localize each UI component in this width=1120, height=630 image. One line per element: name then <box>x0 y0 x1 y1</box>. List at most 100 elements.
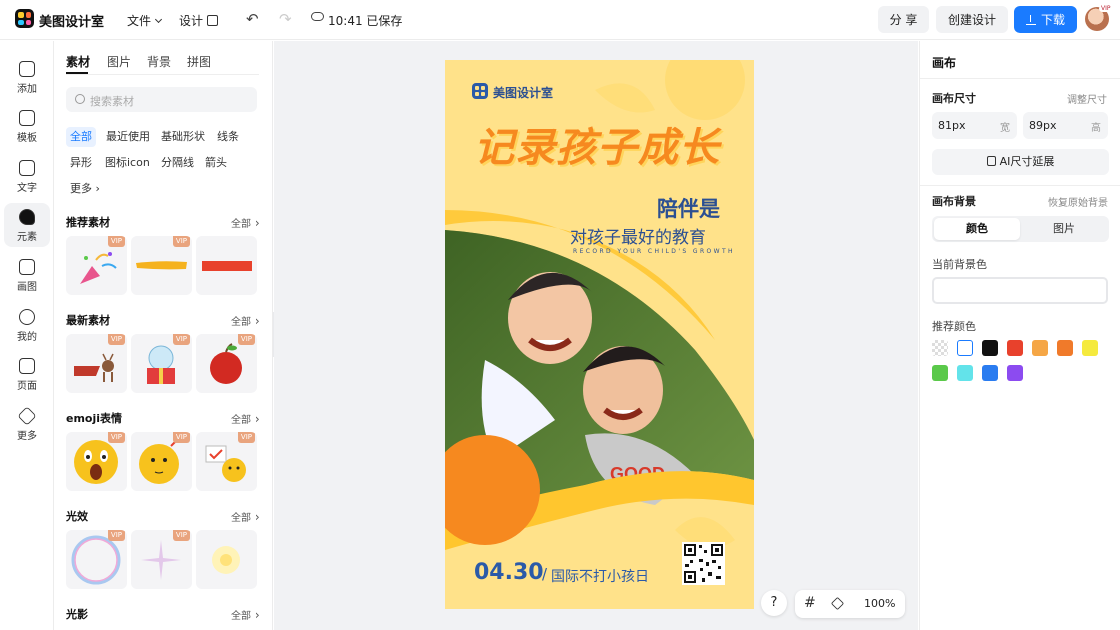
tab-collage[interactable]: 拼图 <box>187 53 211 70</box>
qr-code[interactable] <box>682 542 725 585</box>
color-swatch[interactable] <box>957 365 973 381</box>
vip-badge: VIP <box>237 432 255 443</box>
rail-item-more[interactable]: 更多 <box>4 402 50 446</box>
section-all-link[interactable]: 全部 <box>231 215 260 230</box>
poster-subtitle-2[interactable]: 对孩子最好的教育 <box>570 223 706 248</box>
undo-icon[interactable]: ↶ <box>246 10 259 28</box>
tab-images[interactable]: 图片 <box>107 53 131 70</box>
poster-headline[interactable]: 记录孩子成长 <box>474 115 720 173</box>
asset-thumb[interactable]: VIP <box>196 432 257 491</box>
rail-item-draw[interactable]: 画图 <box>4 253 50 297</box>
chip-all[interactable]: 全部 <box>66 127 96 147</box>
grid-icon[interactable]: # <box>804 595 816 611</box>
chip-icons[interactable]: 图标icon <box>101 153 154 173</box>
chip-irregular[interactable]: 异形 <box>66 153 96 173</box>
color-swatch[interactable] <box>932 340 948 356</box>
color-swatch[interactable] <box>1082 340 1098 356</box>
asset-thumb[interactable]: VIP <box>196 334 257 393</box>
chip-dividers[interactable]: 分隔线 <box>157 153 198 173</box>
canvas-size-label: 画布尺寸 <box>932 92 976 105</box>
redo-icon[interactable]: ↷ <box>279 10 292 28</box>
asset-thumb[interactable]: VIP <box>66 530 127 589</box>
share-button[interactable]: 分 享 <box>878 6 929 33</box>
rail-item-mine[interactable]: 我的 <box>4 303 50 347</box>
file-menu[interactable]: 文件 <box>127 12 163 29</box>
color-swatch[interactable] <box>1007 365 1023 381</box>
tab-materials[interactable]: 素材 <box>66 53 90 70</box>
vip-badge: VIP <box>237 334 255 345</box>
poster-holiday[interactable]: 国际不打小孩日 <box>551 566 649 586</box>
seg-image[interactable]: 图片 <box>1021 218 1107 240</box>
rail-item-template[interactable]: 模板 <box>4 104 50 148</box>
chip-recent[interactable]: 最近使用 <box>102 127 154 147</box>
draw-icon <box>19 259 35 275</box>
height-field[interactable]: 89px 高 <box>1023 112 1108 139</box>
asset-thumb[interactable]: VIP <box>131 530 192 589</box>
section-all-link[interactable]: 全部 <box>231 607 260 622</box>
rail-label: 画图 <box>17 282 37 293</box>
asset-thumb[interactable] <box>196 236 257 295</box>
chip-lines[interactable]: 线条 <box>213 127 243 147</box>
download-button[interactable]: 下载 <box>1014 6 1077 33</box>
section-all-link[interactable]: 全部 <box>231 313 260 328</box>
chip-more[interactable]: 更多 › <box>66 179 104 199</box>
section-all-link[interactable]: 全部 <box>231 411 260 426</box>
rail-item-text[interactable]: 文字 <box>4 154 50 198</box>
asset-thumb[interactable]: VIP <box>66 236 127 295</box>
poster-brand: 美图设计室 <box>493 86 554 100</box>
avatar-vip-badge: VIP <box>1099 5 1113 12</box>
color-swatch[interactable] <box>957 340 973 356</box>
color-swatch[interactable] <box>932 365 948 381</box>
chip-arrows[interactable]: 箭头 <box>201 153 231 173</box>
page-add-icon <box>19 358 35 374</box>
adjust-size-link[interactable]: 调整尺寸 <box>1067 91 1107 106</box>
layers-icon[interactable] <box>830 596 845 611</box>
rail-label: 文字 <box>17 183 37 194</box>
vip-badge: VIP <box>172 530 190 541</box>
ai-extend-label: AI尺寸延展 <box>999 155 1055 168</box>
current-bg-color[interactable] <box>932 277 1108 304</box>
rail-item-pages[interactable]: 页面 <box>4 352 50 396</box>
width-value: 81px <box>938 119 966 132</box>
asset-thumb[interactable]: VIP <box>66 432 127 491</box>
color-swatch[interactable] <box>1057 340 1073 356</box>
poster-english-caption[interactable]: RECORD YOUR CHILD'S GROWTH <box>573 248 735 255</box>
search-placeholder: 搜索素材 <box>90 95 134 108</box>
top-bar: 美图设计室 文件 设计 ↶ ↷ 10:41 已保存 分 享 创建设计 下载 VI… <box>0 0 1120 40</box>
qr-code-pattern <box>684 544 723 583</box>
asset-thumb[interactable]: VIP <box>66 334 127 393</box>
color-swatch[interactable] <box>1032 340 1048 356</box>
asset-thumb[interactable] <box>196 530 257 589</box>
section-title: emoji表情 <box>66 412 123 425</box>
ai-extend-button[interactable]: AI尺寸延展 <box>932 149 1109 175</box>
zoom-level[interactable]: 100% <box>864 597 895 610</box>
glow-icon <box>212 546 240 574</box>
color-swatch[interactable] <box>982 365 998 381</box>
asset-thumb[interactable]: VIP <box>131 334 192 393</box>
width-field[interactable]: 81px 宽 <box>932 112 1017 139</box>
canvas-toolbar: # 100% <box>795 590 905 618</box>
reset-bg-link[interactable]: 恢复原始背景 <box>1048 194 1108 209</box>
poster-canvas[interactable]: GOOD 美图设计室 记录孩子成长 陪伴是 对孩子最好的教育 RECORD YO… <box>445 60 754 609</box>
poster-logo-icon <box>472 83 488 99</box>
chip-basic-shapes[interactable]: 基础形状 <box>157 127 209 147</box>
rail-label: 我的 <box>17 332 37 343</box>
properties-panel: 画布 画布尺寸 调整尺寸 81px 宽 89px 高 AI尺寸延展 画布背景 恢… <box>919 41 1120 630</box>
seg-color[interactable]: 颜色 <box>934 218 1020 240</box>
color-swatch[interactable] <box>1007 340 1023 356</box>
asset-thumb[interactable]: VIP <box>131 432 192 491</box>
section-all-link[interactable]: 全部 <box>231 509 260 524</box>
create-design-button[interactable]: 创建设计 <box>936 6 1008 33</box>
poster-date[interactable]: 04.30 <box>474 560 544 585</box>
color-swatch[interactable] <box>982 340 998 356</box>
help-button[interactable]: ? <box>761 590 787 616</box>
search-input[interactable]: 搜索素材 <box>66 87 257 112</box>
design-menu[interactable]: 设计 <box>179 12 219 29</box>
poster-date-separator: / <box>542 565 548 583</box>
rail-item-add[interactable]: 添加 <box>4 55 50 99</box>
poster-subtitle[interactable]: 陪伴是 <box>657 193 720 223</box>
rail-item-elements[interactable]: 元素 <box>4 203 50 247</box>
app-title: 美图设计室 <box>39 15 105 30</box>
asset-thumb[interactable]: VIP <box>131 236 192 295</box>
tab-backgrounds[interactable]: 背景 <box>147 53 171 70</box>
